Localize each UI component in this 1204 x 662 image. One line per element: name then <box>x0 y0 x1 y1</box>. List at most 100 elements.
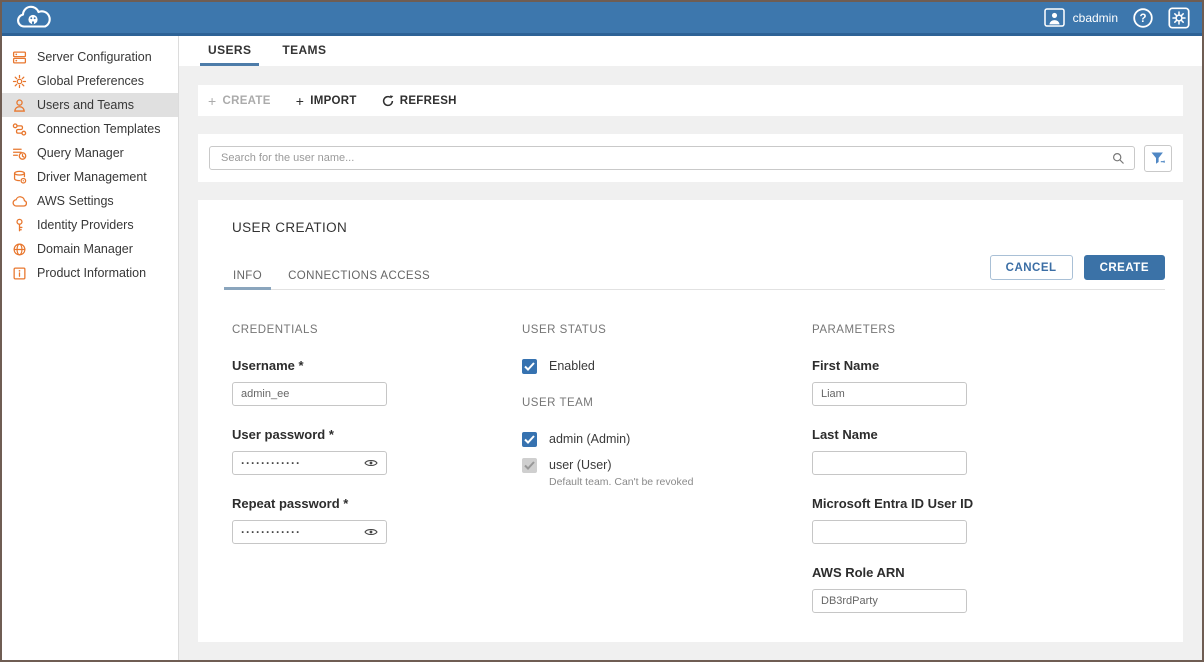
parameters-section-label: PARAMETERS <box>812 324 1102 336</box>
sidebar-item-label: Server Configuration <box>37 50 152 64</box>
content-area: + CREATE + IMPORT REFRESH <box>179 66 1202 660</box>
user-team-checkbox-row: user (User) Default team. Can't be revok… <box>522 457 812 488</box>
panel-title: USER CREATION <box>232 220 1149 235</box>
refresh-button[interactable]: REFRESH <box>382 95 457 107</box>
user-password-label: User password * <box>232 427 522 442</box>
connection-templates-icon <box>12 122 27 137</box>
settings-gear-icon[interactable] <box>1168 7 1190 29</box>
entra-id-label: Microsoft Entra ID User ID <box>812 496 1102 511</box>
show-password-icon[interactable] <box>364 527 378 537</box>
svg-text:?: ? <box>1139 13 1146 25</box>
aws-role-arn-input[interactable] <box>812 589 967 613</box>
entra-id-input[interactable] <box>812 520 967 544</box>
enabled-checkbox[interactable] <box>522 359 537 374</box>
check-icon <box>524 461 535 470</box>
sidebar-item-driver-management[interactable]: Driver Management <box>2 165 178 189</box>
sidebar-item-label: Product Information <box>37 266 146 280</box>
sidebar-item-users-and-teams[interactable]: Users and Teams <box>2 93 178 117</box>
masked-password: ············ <box>241 457 364 469</box>
first-name-input[interactable] <box>812 382 967 406</box>
tab-users[interactable]: USERS <box>200 36 259 66</box>
query-manager-icon <box>12 146 27 161</box>
sidebar-item-global-preferences[interactable]: Global Preferences <box>2 69 178 93</box>
sidebar-item-label: Connection Templates <box>37 122 160 136</box>
key-icon <box>12 218 27 233</box>
sidebar-item-aws-settings[interactable]: AWS Settings <box>2 189 178 213</box>
help-icon[interactable]: ? <box>1132 7 1154 29</box>
user-password-input[interactable]: ············ <box>232 451 387 475</box>
refresh-icon <box>382 95 394 107</box>
import-button[interactable]: + IMPORT <box>296 94 357 108</box>
search-icon <box>1112 152 1125 165</box>
masked-password: ············ <box>241 526 364 538</box>
user-team-label: user (User) <box>549 457 693 474</box>
panel-actions: CANCEL CREATE <box>990 255 1165 280</box>
cloudbeaver-logo-icon[interactable] <box>14 4 54 31</box>
show-password-icon[interactable] <box>364 458 378 468</box>
user-avatar-icon <box>1044 8 1065 27</box>
sidebar-item-label: Domain Manager <box>37 242 133 256</box>
sidebar-item-domain-manager[interactable]: Domain Manager <box>2 237 178 261</box>
cancel-button[interactable]: CANCEL <box>990 255 1073 280</box>
user-creation-form: CREDENTIALS Username * User password * ·… <box>198 290 1183 634</box>
app-body: Server Configuration Global Preferences … <box>2 36 1202 660</box>
tab-connections-access[interactable]: CONNECTIONS ACCESS <box>279 264 439 290</box>
repeat-password-label: Repeat password * <box>232 496 522 511</box>
sidebar-item-label: Identity Providers <box>37 218 134 232</box>
sidebar-item-label: Driver Management <box>37 170 147 184</box>
status-team-column: USER STATUS Enabled USER TEAM <box>522 324 812 634</box>
panel-header: INFO CONNECTIONS ACCESS CANCEL CREATE <box>224 255 1165 290</box>
sidebar-item-label: Query Manager <box>37 146 124 160</box>
sidebar-item-label: Users and Teams <box>37 98 134 112</box>
admin-team-checkbox-row[interactable]: admin (Admin) <box>522 431 812 448</box>
main-area: USERS TEAMS + CREATE + IMPORT <box>179 36 1202 660</box>
user-status-section-label: USER STATUS <box>522 324 812 336</box>
sidebar-item-connection-templates[interactable]: Connection Templates <box>2 117 178 141</box>
sidebar-item-server-configuration[interactable]: Server Configuration <box>2 45 178 69</box>
plus-icon: + <box>296 94 304 108</box>
filter-button[interactable] <box>1144 145 1172 172</box>
sidebar-item-query-manager[interactable]: Query Manager <box>2 141 178 165</box>
tab-teams[interactable]: TEAMS <box>274 36 334 66</box>
sidebar-item-product-information[interactable]: Product Information <box>2 261 178 285</box>
search-input[interactable] <box>219 151 1112 165</box>
user-team-caption: Default team. Can't be revoked <box>549 476 693 488</box>
user-creation-panel: USER CREATION INFO CONNECTIONS ACCESS CA… <box>198 200 1183 642</box>
filter-icon <box>1151 152 1166 165</box>
globe-icon <box>12 242 27 257</box>
admin-team-label: admin (Admin) <box>549 431 630 448</box>
gear-icon <box>12 74 27 89</box>
enabled-label: Enabled <box>549 358 595 375</box>
sidebar-item-label: Global Preferences <box>37 74 144 88</box>
credentials-column: CREDENTIALS Username * User password * ·… <box>232 324 522 634</box>
admin-sidebar: Server Configuration Global Preferences … <box>2 36 179 660</box>
server-config-icon <box>12 50 27 65</box>
users-toolbar: + CREATE + IMPORT REFRESH <box>198 85 1183 116</box>
aws-role-arn-label: AWS Role ARN <box>812 565 1102 580</box>
cloudbeaver-admin-app: { "topbar": { "username": "cbadmin" }, "… <box>0 0 1204 662</box>
search-box <box>209 146 1135 170</box>
repeat-password-input[interactable]: ············ <box>232 520 387 544</box>
create-user-button[interactable]: + CREATE <box>208 94 271 108</box>
tab-info[interactable]: INFO <box>224 264 271 290</box>
admin-team-checkbox[interactable] <box>522 432 537 447</box>
info-icon <box>12 266 27 281</box>
sidebar-item-identity-providers[interactable]: Identity Providers <box>2 213 178 237</box>
last-name-input[interactable] <box>812 451 967 475</box>
user-menu[interactable]: cbadmin <box>1044 8 1118 27</box>
users-icon <box>12 98 27 113</box>
credentials-section-label: CREDENTIALS <box>232 324 522 336</box>
last-name-label: Last Name <box>812 427 1102 442</box>
users-teams-tabbar: USERS TEAMS <box>179 36 1202 66</box>
create-button[interactable]: CREATE <box>1084 255 1165 280</box>
cloud-icon <box>12 194 27 209</box>
user-team-checkbox <box>522 458 537 473</box>
top-bar: cbadmin ? <box>2 2 1202 36</box>
panel-tabs: INFO CONNECTIONS ACCESS <box>224 264 439 289</box>
username-input[interactable] <box>232 382 387 406</box>
parameters-column: PARAMETERS First Name Last Name Microsof… <box>812 324 1102 634</box>
check-icon <box>524 362 535 371</box>
enabled-checkbox-row[interactable]: Enabled <box>522 358 812 375</box>
first-name-label: First Name <box>812 358 1102 373</box>
username-label: Username * <box>232 358 522 373</box>
